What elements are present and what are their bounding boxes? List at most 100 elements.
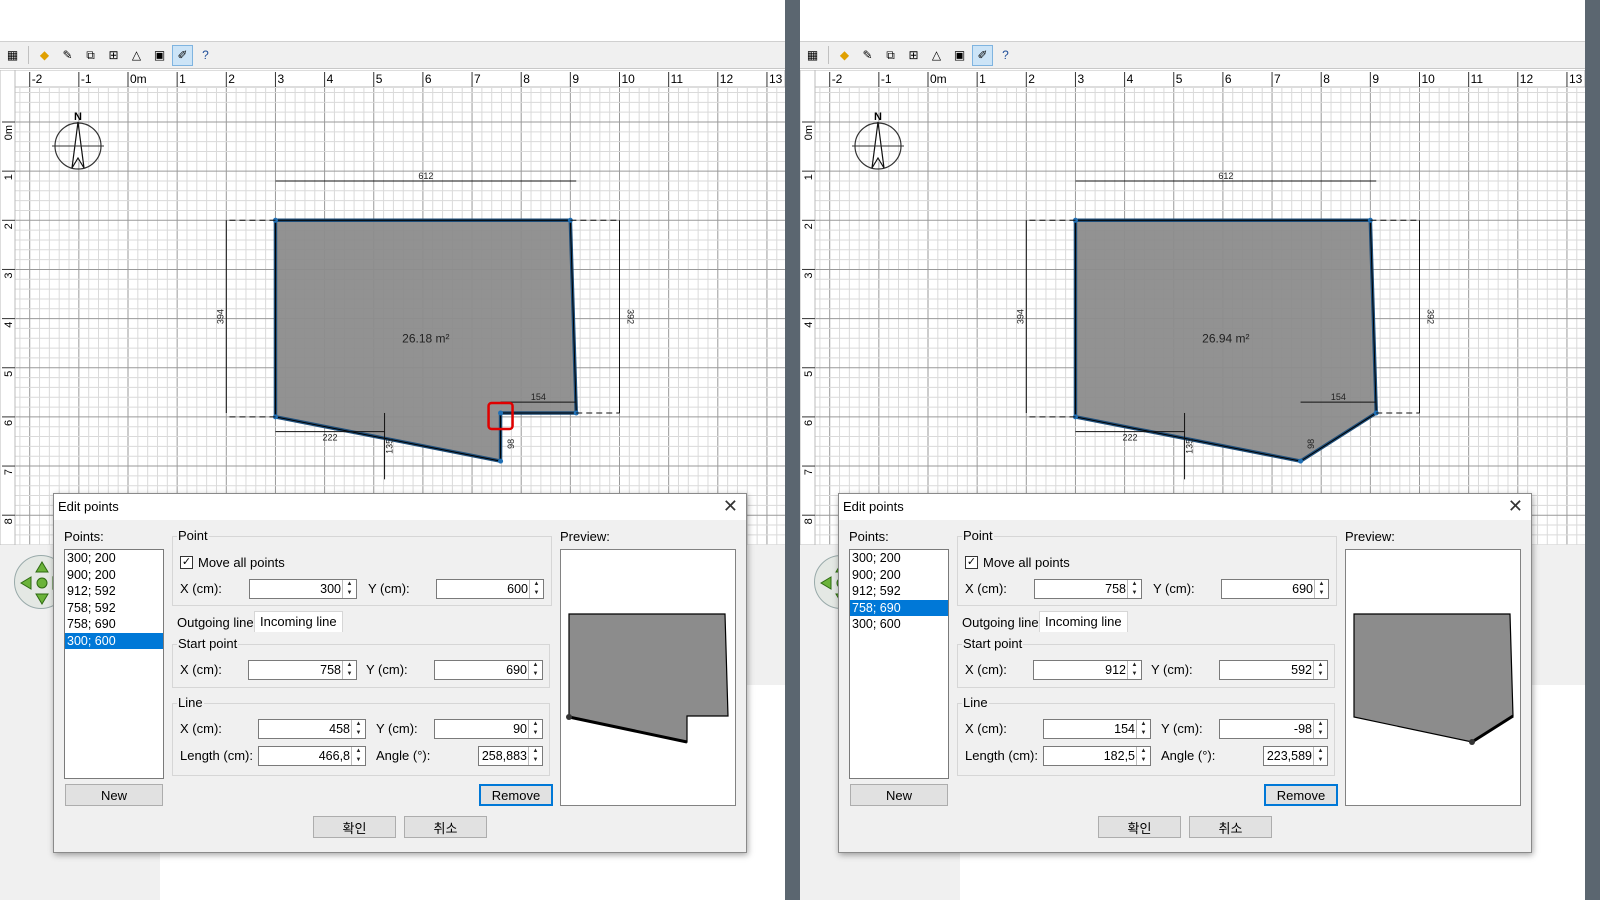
edit-points-icon[interactable]: ✐ [172,44,193,66]
cancel-button[interactable]: 취소 [1189,816,1272,838]
spinner-arrows-icon[interactable]: ▲ ▼ [1313,747,1327,765]
room-point-handle[interactable] [498,410,504,416]
start-x-field[interactable]: 758 ▲ ▼ [248,660,357,680]
create-dimensions-icon[interactable]: △ [126,45,147,66]
tab-incoming-line[interactable]: Incoming line [254,611,343,632]
angle-field[interactable]: 258,883 ▲ ▼ [478,746,543,766]
spinner-arrows-icon[interactable]: ▲ ▼ [529,580,543,598]
create-dimensions-icon[interactable]: △ [926,45,947,66]
new-button[interactable]: New [65,784,163,806]
select-icon[interactable]: ◆ [834,45,855,66]
move-all-checkbox[interactable]: ✓ [965,556,978,569]
spinner-arrows-icon[interactable]: ▲ ▼ [1136,747,1150,765]
angle-field[interactable]: 223,589 ▲ ▼ [1263,746,1328,766]
tab-outgoing-line[interactable]: Outgoing line [172,613,259,634]
plan-canvas[interactable]: -2 -1 0m 1 2 3 4 5 6 7 8 9 10 11 12 130m12345678N612394… [800,69,1585,546]
ok-button[interactable]: 확인 [1098,816,1181,838]
point-y-field[interactable]: 600 ▲ ▼ [436,579,544,599]
floor-plan[interactable]: -2 -1 0m 1 2 3 4 5 6 7 8 9 10 11 12 13 0m 1 2 3 4 5 6 7 8 N 612 394… [800,69,1585,546]
remove-button[interactable]: Remove [1264,784,1338,806]
room-point-handle[interactable] [498,458,504,464]
point-x-field[interactable]: 300 ▲ ▼ [249,579,357,599]
points-list[interactable]: 300; 200 900; 200 912; 592 758; 592 758; 690… [64,549,164,779]
start-y-field[interactable]: 690 ▲ ▼ [434,660,543,680]
spinner-arrows-icon[interactable]: ▲ ▼ [1127,661,1141,679]
list-item[interactable]: 912; 592 [65,583,163,600]
compass-icon[interactable]: N [852,111,904,170]
compass-icon[interactable]: N [52,111,104,170]
create-walls-icon[interactable]: ⧉ [880,45,901,66]
ruler-y-label: 6 [3,420,15,426]
list-item[interactable]: 300; 200 [850,550,948,567]
help-icon[interactable]: ? [195,45,216,66]
spinner-arrows-icon[interactable]: ▲ ▼ [1127,580,1141,598]
list-item[interactable]: 758; 592 [65,600,163,617]
create-labels-icon[interactable]: ▣ [149,45,170,66]
plan-canvas[interactable]: -2 -1 0m 1 2 3 4 5 6 7 8 9 10 11 12 130m12345678N612394… [0,69,785,546]
line-x-field[interactable]: 154 ▲ ▼ [1043,719,1151,739]
list-item[interactable]: 900; 200 [65,567,163,584]
plan-icon[interactable]: ▦ [2,45,23,66]
spinner-arrows-icon[interactable]: ▲ ▼ [342,661,356,679]
spinner-arrows-icon[interactable]: ▲ ▼ [1313,720,1327,738]
list-item[interactable]: 912; 592 [850,583,948,600]
spinner-arrows-icon[interactable]: ▲ ▼ [351,720,365,738]
spinner-arrows-icon[interactable]: ▲ ▼ [528,747,542,765]
line-y-field[interactable]: -98 ▲ ▼ [1219,719,1328,739]
spinner-arrows-icon[interactable]: ▲ ▼ [1313,661,1327,679]
list-item[interactable]: 758; 690 [65,616,163,633]
point-x-field[interactable]: 758 ▲ ▼ [1034,579,1142,599]
list-item[interactable]: 900; 200 [850,567,948,584]
create-walls-icon[interactable]: ⧉ [80,45,101,66]
select-icon[interactable]: ◆ [34,45,55,66]
room-point-handle[interactable] [1298,458,1304,464]
list-item[interactable]: 758; 690 [850,599,948,616]
help-icon[interactable]: ? [995,45,1016,66]
spinner-arrows-icon[interactable]: ▲ ▼ [1136,720,1150,738]
ruler-x-label: 12 [1520,72,1534,86]
cancel-button[interactable]: 취소 [404,816,487,838]
list-item[interactable]: 300; 600 [65,632,163,649]
list-item[interactable]: 300; 200 [65,550,163,567]
length-label: Length (cm): [965,748,1038,763]
list-item[interactable]: 300; 600 [850,616,948,633]
edit-points-icon[interactable]: ✐ [972,44,993,66]
close-icon[interactable]: ✕ [1508,496,1523,517]
plan-icon[interactable]: ▦ [802,45,823,66]
line-y-field[interactable]: 90 ▲ ▼ [434,719,543,739]
new-button[interactable]: New [850,784,948,806]
ok-button[interactable]: 확인 [313,816,396,838]
create-rooms-icon[interactable]: ⊞ [103,45,124,66]
spinner-arrows-icon[interactable]: ▲ ▼ [342,580,356,598]
spinner-arrows-icon[interactable]: ▲ ▼ [351,747,365,765]
points-list[interactable]: 300; 200 900; 200 912; 592 758; 690 300; 600 [849,549,949,779]
line-x-field[interactable]: 458 ▲ ▼ [258,719,366,739]
point-y-label: Y (cm): [368,581,410,596]
start-x-label: X (cm): [965,662,1007,677]
spinner-arrows-icon[interactable]: ▲ ▼ [1314,580,1328,598]
pan-icon[interactable]: ✎ [857,45,878,66]
create-rooms-icon[interactable]: ⊞ [903,45,924,66]
tab-incoming-line[interactable]: Incoming line [1039,611,1128,632]
tab-outgoing-line[interactable]: Outgoing line [957,613,1044,634]
start-y-field[interactable]: 592 ▲ ▼ [1219,660,1328,680]
plan-toolbar: ▦ ◆ ✎ ⧉ ⊞ △ ▣ ✐ ? [800,42,1585,69]
horizontal-ruler [0,69,785,88]
length-field[interactable]: 466,8 ▲ ▼ [258,746,366,766]
create-labels-icon[interactable]: ▣ [949,45,970,66]
point-group-title: Point [177,528,209,543]
floor-plan[interactable]: -2 -1 0m 1 2 3 4 5 6 7 8 9 10 11 12 13 0m 1 2 3 4 5 6 7 8 N 612 394… [0,69,785,546]
close-icon[interactable]: ✕ [723,496,738,517]
move-all-checkbox[interactable]: ✓ [180,556,193,569]
spinner-arrows-icon[interactable]: ▲ ▼ [528,661,542,679]
remove-button[interactable]: Remove [479,784,553,806]
edit-points-dialog: Edit points ✕ Points: 300; 200 900; 200 91… [53,493,747,853]
line-y-value: -98 [1293,722,1312,736]
dimension-label: 222 [1122,433,1137,443]
point-x-label: X (cm): [180,581,222,596]
point-y-field[interactable]: 690 ▲ ▼ [1221,579,1329,599]
pan-icon[interactable]: ✎ [57,45,78,66]
start-x-field[interactable]: 912 ▲ ▼ [1033,660,1142,680]
length-field[interactable]: 182,5 ▲ ▼ [1043,746,1151,766]
spinner-arrows-icon[interactable]: ▲ ▼ [528,720,542,738]
